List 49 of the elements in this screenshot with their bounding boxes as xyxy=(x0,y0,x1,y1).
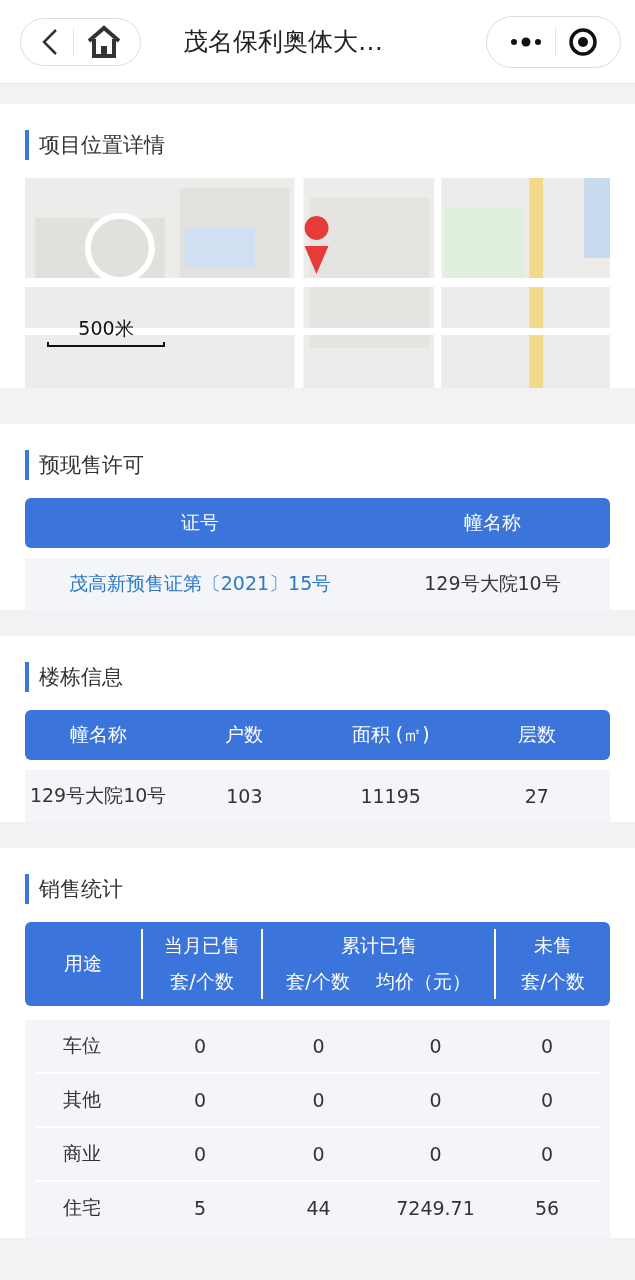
column-header: 层数 xyxy=(516,722,557,747)
column-header: 用途 xyxy=(63,951,103,976)
table-cell-text: 0 xyxy=(539,1089,555,1111)
table-cell-text: 住宅 xyxy=(62,1195,102,1220)
table-cell-text: 129号大院10号 xyxy=(28,783,168,808)
column-header: 累计已售 xyxy=(340,933,417,958)
table-cell-text: 0 xyxy=(192,1143,208,1165)
table-cell-text: 0 xyxy=(192,1035,208,1057)
license-link[interactable]: 茂高新预售证第〔2021〕15号 xyxy=(25,571,375,597)
table-cell-text: 103 xyxy=(225,785,264,807)
column-subheader: 套/个数 xyxy=(521,969,585,994)
column-header: 证号 xyxy=(180,510,220,535)
table-cell-text: 44 xyxy=(305,1197,332,1219)
table-cell-text: 27 xyxy=(523,785,550,807)
section-title: 楼栋信息 xyxy=(25,662,610,692)
table-cell-text: 5 xyxy=(192,1197,208,1219)
table-cell-text: 0 xyxy=(311,1035,326,1057)
column-subheader: 套/个数 xyxy=(170,969,234,994)
table-cell-text: 56 xyxy=(533,1197,561,1219)
table-cell-text: 11195 xyxy=(359,785,422,807)
table-cell-text: 129号大院10号 xyxy=(423,571,562,596)
table-cell-text: 车位 xyxy=(62,1033,102,1058)
table-cell-text: 0 xyxy=(192,1089,208,1111)
column-subheader: 套/个数 xyxy=(286,969,350,994)
column-header: 幢名称 xyxy=(463,510,522,535)
column-header: 未售 xyxy=(534,933,572,958)
page-title: 茂名保利奥体大… xyxy=(183,26,383,58)
column-header: 面积 (㎡) xyxy=(350,722,431,747)
section-title: 销售统计 xyxy=(25,874,610,904)
table-cell-text: 商业 xyxy=(62,1141,102,1166)
column-header: 户数 xyxy=(224,722,265,747)
column-subheader: 均价（元） xyxy=(375,969,471,994)
column-header: 当月已售 xyxy=(164,933,240,958)
home-icon xyxy=(86,24,122,59)
table-cell-text: 0 xyxy=(428,1089,443,1111)
section-title: 项目位置详情 xyxy=(25,130,610,160)
table-cell-text: 0 xyxy=(539,1035,555,1057)
table-cell-text: 0 xyxy=(311,1089,326,1111)
section-title: 预现售许可 xyxy=(25,450,610,480)
scale-label: 500米 xyxy=(78,316,134,341)
table-cell-text: 0 xyxy=(311,1143,326,1165)
table-cell-text: 0 xyxy=(428,1143,443,1165)
table-cell-text: 其他 xyxy=(62,1087,102,1112)
table-cell-text: 0 xyxy=(428,1035,443,1057)
more-icon xyxy=(509,35,543,48)
column-header: 幢名称 xyxy=(68,722,128,747)
target-icon xyxy=(568,26,598,57)
table-cell-text: 0 xyxy=(539,1143,555,1165)
table-cell-text: 7249.71 xyxy=(395,1197,476,1219)
